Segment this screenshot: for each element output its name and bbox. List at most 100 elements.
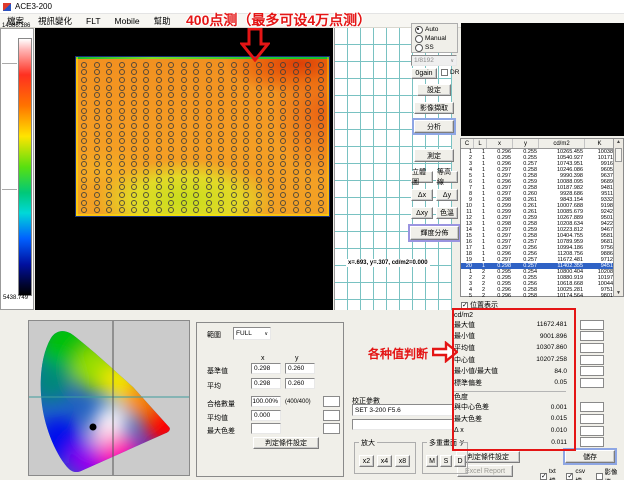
measure-point [193,62,199,68]
results-row-label: 最大色差 [454,414,511,424]
measure-point [81,161,87,167]
mode-radio-manual[interactable]: Manual [415,34,457,43]
reference-y-field[interactable]: 0.260 [285,363,315,374]
measure-point [119,77,125,83]
analyze-button[interactable]: 分析 [414,120,454,133]
measure-point [305,92,311,98]
menu-item-視訊變化[interactable]: 視訊變化 [31,15,79,27]
checkbox-box[interactable]: ✓ [540,473,547,480]
average-label: 平均 [207,381,221,391]
zoom-x8-button[interactable]: x8 [395,455,410,467]
table-col-header-L: L [474,139,487,148]
image-capture-button[interactable]: 影像擷取 [414,102,454,114]
color-temp-button[interactable]: 色溫 [436,207,458,219]
measure-point [193,200,199,206]
measure-point [143,108,149,114]
dr-checkbox-box[interactable] [441,69,448,76]
scroll-up-icon[interactable]: ▲ [616,139,621,145]
measure-point [168,85,174,91]
export-checkbox-影像檔[interactable]: 影像檔 [596,466,624,480]
position-checkbox-box[interactable]: ✓ [461,302,468,309]
delta-y-button[interactable]: Δy [436,189,458,201]
calibration-field[interactable]: SET 3-200 F5.6 [352,404,454,416]
menu-item-Mobile[interactable]: Mobile [108,16,147,26]
checkbox-box[interactable] [596,473,603,480]
checkbox-box[interactable]: ✓ [566,473,573,480]
zoom-x4-button[interactable]: x4 [377,455,392,467]
measure-point [206,85,212,91]
average-y-field[interactable]: 0.260 [285,378,315,389]
results-row-value: 0.001 [511,404,567,411]
measure-point [81,92,87,98]
measure-point [168,207,174,213]
mode-radio-auto[interactable]: Auto [415,25,457,34]
multiview-d-button[interactable]: D [454,455,466,467]
measure-point [168,123,174,129]
menu-item-FLT[interactable]: FLT [79,16,107,26]
measure-point [156,154,162,160]
measure-point [231,161,237,167]
scroll-down-icon[interactable]: ▼ [616,290,621,296]
measure-point [318,62,324,68]
range-select[interactable]: FULL ∨ [233,327,271,340]
results-panel: cd/m2最大值11672.481最小值9001.896平均值10307.860… [454,310,604,448]
measure-point [268,100,274,106]
solid-view-button[interactable]: 立體圖 [411,171,433,183]
measure-point [156,77,162,83]
measure-point [81,123,87,129]
measure-button[interactable]: 測定 [414,149,454,162]
measure-point [280,69,286,75]
table-row[interactable]: 520.2960.25810174.5649801 [461,293,623,299]
table-body[interactable]: 110.2960.25510265.45510038210.2950.25510… [461,149,623,299]
shutter-select[interactable]: 1/8192 ∨ [411,55,457,66]
measure-point [131,138,137,144]
measure-point [218,154,224,160]
measure-point [318,108,324,114]
mode-radio-ss[interactable]: SS [415,43,457,52]
export-checkbox-txt檔[interactable]: ✓txt檔 [540,466,562,480]
scrollbar-thumb[interactable] [615,148,622,162]
menu-item-幫助[interactable]: 幫助 [147,15,178,27]
maxdiff-indicator-box [323,423,340,434]
position-display-checkbox[interactable]: ✓ 位置表示 [461,300,498,310]
average-x-field[interactable]: 0.298 [251,378,281,389]
average-x-value: 0.298 [254,380,270,387]
range-label: 範圍 [207,330,221,340]
delta-x-button[interactable]: Δx [411,189,433,201]
measure-point [168,146,174,152]
calibration-field-2[interactable] [352,419,454,430]
measurement-table[interactable]: CLxycd/m2K 110.2960.25510265.45510038210… [460,138,624,297]
measure-point [231,192,237,198]
delta-xy-button[interactable]: Δxy [411,207,433,219]
contour-button[interactable]: 等高線 [436,171,458,183]
zoom-x2-button[interactable]: x2 [359,455,374,467]
measure-point [106,192,112,198]
save-button[interactable]: 儲存 [565,450,615,463]
export-checkbox-csv檔[interactable]: ✓csv檔 [566,466,591,480]
measure-point [143,115,149,121]
luminance-dist-button[interactable]: 輝度分佈 [410,226,459,240]
measure-point [268,85,274,91]
measure-point [156,62,162,68]
measurement-image-area[interactable] [35,28,333,310]
dr-checkbox[interactable]: DR [441,69,459,76]
measure-point [243,207,249,213]
measure-point [193,192,199,198]
measure-point [181,184,187,190]
range-judge-button[interactable]: 判定條件設定 [253,437,319,449]
measure-point [268,108,274,114]
measure-point [268,62,274,68]
multiview-s-button[interactable]: S [440,455,452,467]
measure-point [119,85,125,91]
measure-point [94,184,100,190]
calibration-value: SET 3-200 F5.6 [355,407,401,414]
zero-gain-button[interactable]: 0gain [411,68,437,79]
measure-point [206,200,212,206]
multiview-m-button[interactable]: M [426,455,438,467]
measure-point [106,169,112,175]
measure-point [168,131,174,137]
table-scrollbar[interactable]: ▲▼ [613,139,623,296]
table-header: CLxycd/m2K [461,139,623,149]
reference-x-field[interactable]: 0.298 [251,363,281,374]
settings-button[interactable]: 設定 [417,84,451,96]
